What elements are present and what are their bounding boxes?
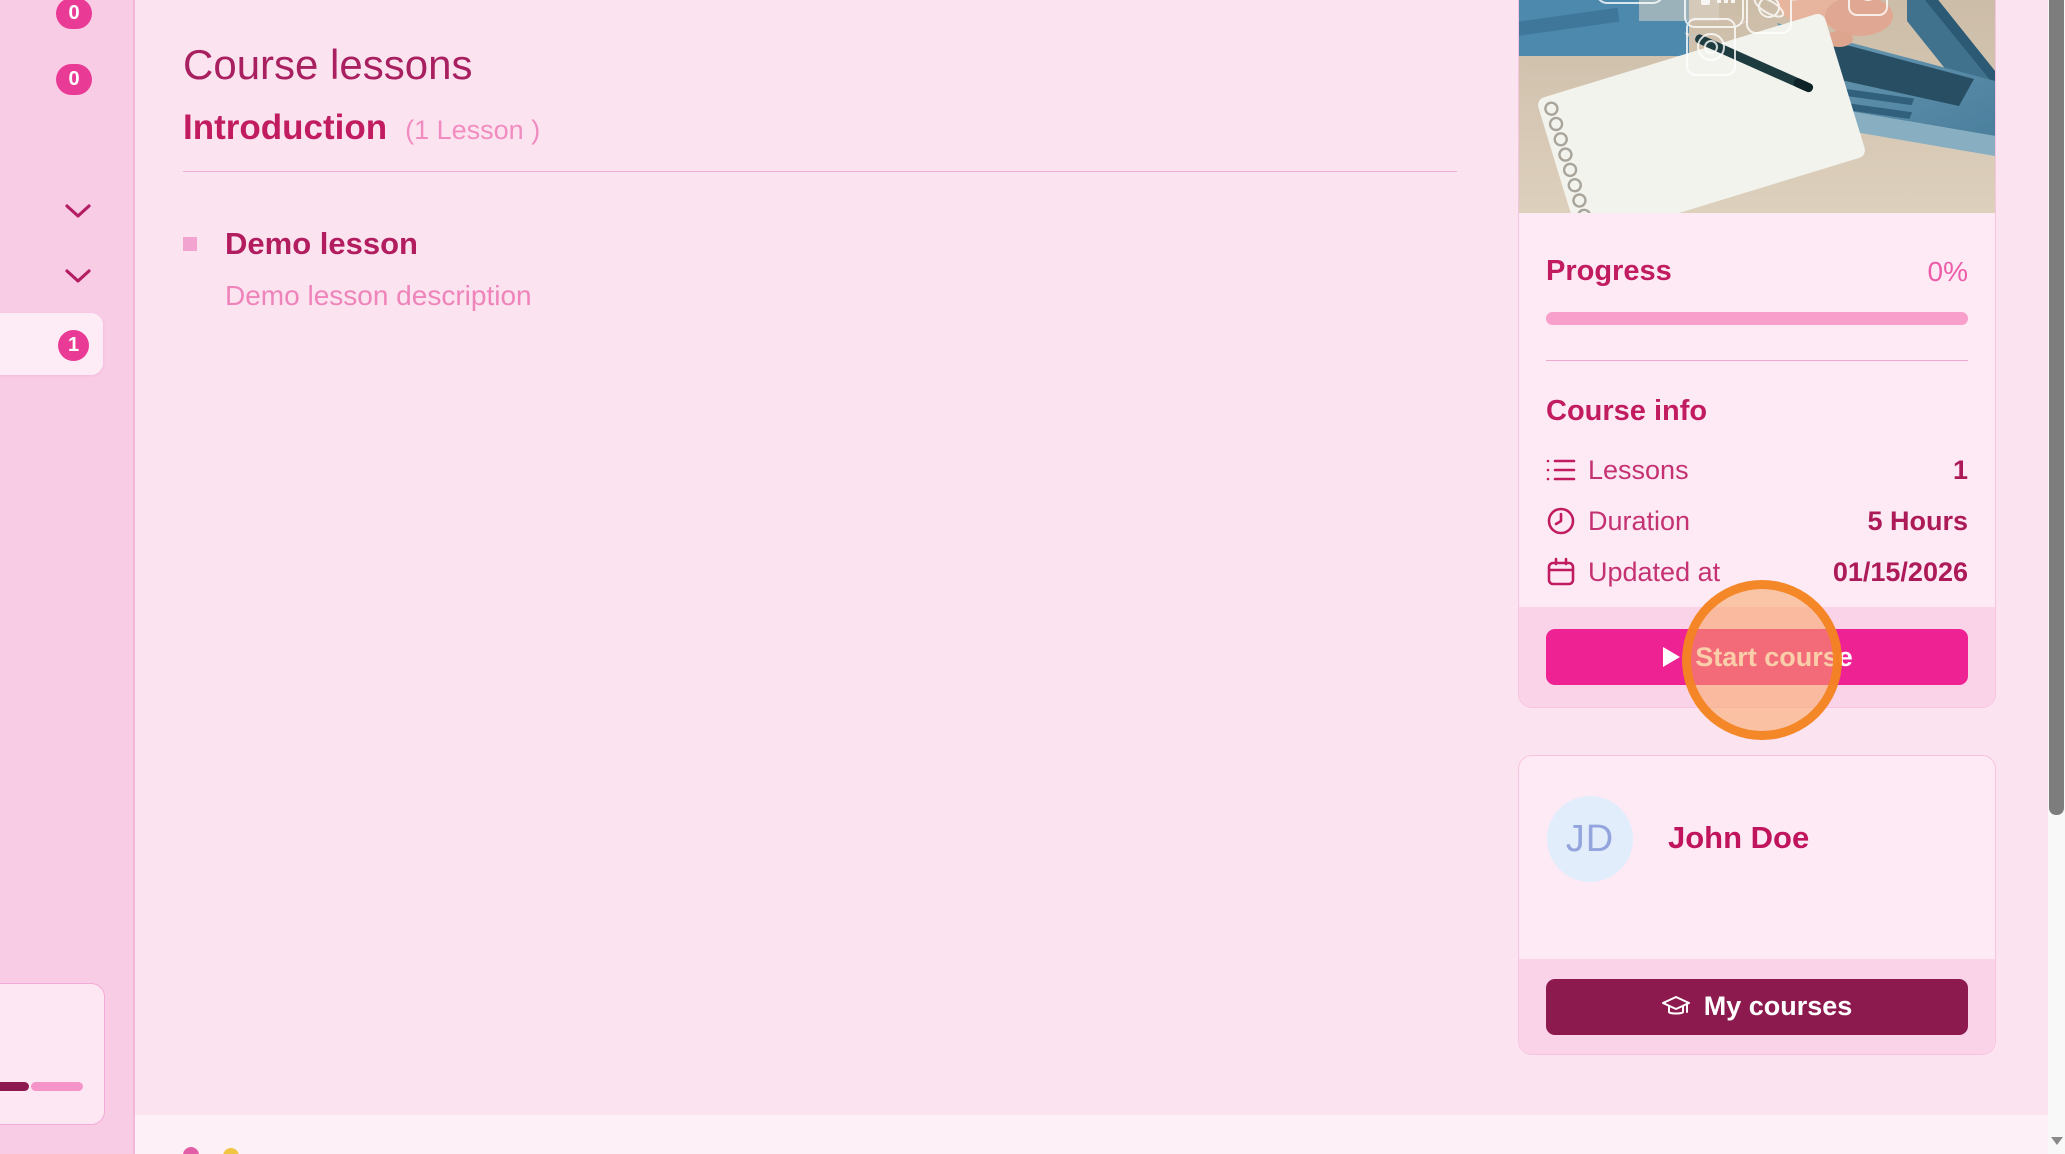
info-label: Updated at [1588, 557, 1833, 588]
sidebar-selected-badge: 1 [58, 330, 89, 361]
info-value: 1 [1953, 455, 1968, 486]
course-card-footer: Start course [1519, 607, 1995, 707]
progress-bar [1546, 312, 1968, 325]
info-label: Duration [1588, 506, 1867, 537]
scrollbar-down-arrow-icon[interactable] [2051, 1137, 2063, 1145]
sidebar-mini-progress [0, 1082, 83, 1091]
vertical-scrollbar[interactable] [2048, 0, 2065, 1154]
card-divider [1546, 360, 1968, 361]
sidebar-badge-count-2: 0 [56, 64, 92, 95]
progress-percent: 0% [1928, 256, 1968, 288]
profile-card: JD John Doe My courses [1518, 755, 1996, 1055]
mini-progress-filled [0, 1082, 29, 1091]
course-info-title: Course info [1546, 395, 1968, 428]
section-title: Introduction [183, 108, 387, 148]
start-course-button[interactable]: Start course [1546, 629, 1968, 685]
play-icon [1661, 646, 1681, 668]
lesson-description: Demo lesson description [225, 280, 532, 312]
clock-icon [1546, 506, 1578, 536]
section-header: Introduction (1 Lesson ) [183, 108, 540, 148]
sidebar-mini-card[interactable] [0, 983, 105, 1125]
calendar-icon [1546, 557, 1578, 587]
lesson-bullet-icon [183, 237, 197, 251]
lesson-title[interactable]: Demo lesson [225, 226, 418, 262]
info-row-lessons: Lessons 1 [1546, 454, 1968, 486]
info-value: 01/15/2026 [1833, 557, 1968, 588]
graduation-cap-icon [1662, 995, 1690, 1019]
start-course-label: Start course [1695, 642, 1853, 673]
course-cover-image [1519, 0, 1995, 213]
section-divider [183, 171, 1457, 172]
mini-progress-track [31, 1082, 83, 1091]
profile-name: John Doe [1668, 820, 1809, 856]
list-icon [1546, 457, 1578, 483]
course-page: 0 0 1 Course lessons Introduction (1 Les… [0, 0, 2065, 1154]
section-lesson-count: (1 Lesson ) [405, 115, 540, 146]
profile-card-footer: My courses [1519, 959, 1995, 1054]
my-courses-label: My courses [1704, 991, 1853, 1022]
course-card-body: Progress 0% Course info Lessons [1519, 213, 1995, 588]
sidebar: 0 0 1 [0, 0, 135, 1154]
my-courses-button[interactable]: My courses [1546, 979, 1968, 1035]
progress-label: Progress [1546, 255, 1672, 288]
page-title: Course lessons [183, 41, 472, 89]
sidebar-badge-count-1: 0 [56, 0, 92, 29]
page-footer [135, 1115, 2048, 1154]
info-label: Lessons [1588, 455, 1953, 486]
avatar: JD [1547, 796, 1633, 882]
info-row-updated: Updated at 01/15/2026 [1546, 556, 1968, 588]
info-value: 5 Hours [1867, 506, 1968, 537]
chevron-down-icon[interactable] [64, 203, 92, 219]
chevron-down-icon[interactable] [64, 268, 92, 284]
scrollbar-thumb[interactable] [2049, 0, 2064, 815]
info-row-duration: Duration 5 Hours [1546, 505, 1968, 537]
course-info-card: Progress 0% Course info Lessons [1518, 0, 1996, 708]
